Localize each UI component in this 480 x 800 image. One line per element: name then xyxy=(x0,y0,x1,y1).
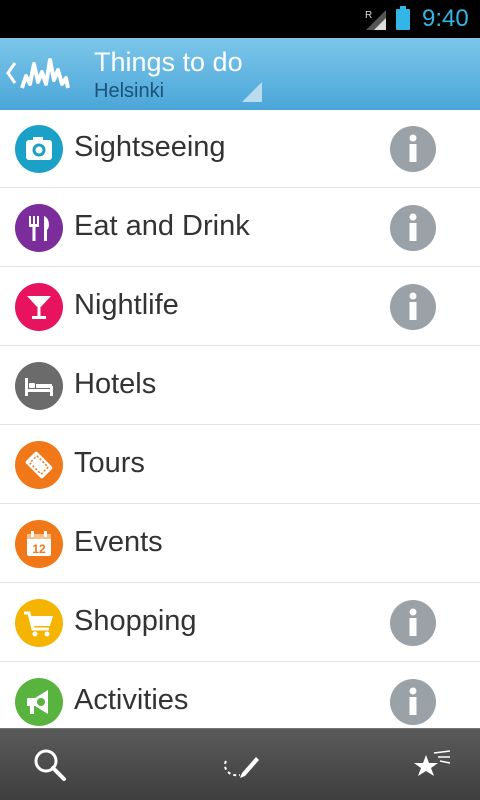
info-icon[interactable] xyxy=(390,679,436,725)
info-icon[interactable] xyxy=(390,126,436,172)
megaphone-icon xyxy=(15,678,63,726)
list-item-activities[interactable]: Activities xyxy=(0,663,480,728)
calendar-icon: 12 xyxy=(15,520,63,568)
signal-icon: R xyxy=(365,10,386,30)
list-item-label: Events xyxy=(74,526,163,558)
list-item-label: Eat and Drink xyxy=(74,210,250,242)
info-icon[interactable] xyxy=(390,205,436,251)
info-icon[interactable] xyxy=(390,600,436,646)
route-button[interactable] xyxy=(218,743,262,787)
list-item-label: Activities xyxy=(74,684,189,716)
list-item-nightlife[interactable]: Nightlife xyxy=(0,268,480,346)
list-item-label: Sightseeing xyxy=(74,131,226,163)
action-bar: Things to do Helsinki xyxy=(0,38,480,110)
list-item-sightseeing[interactable]: Sightseeing xyxy=(0,110,480,188)
bed-icon xyxy=(15,362,63,410)
list-item-tours[interactable]: Tours xyxy=(0,426,480,504)
camera-icon xyxy=(15,125,63,173)
calendar-day: 12 xyxy=(32,542,46,556)
status-bar: R 9:40 xyxy=(0,0,480,38)
category-list: Sightseeing Eat and Drink Nightlife Hote… xyxy=(0,110,480,728)
status-clock: 9:40 xyxy=(422,5,469,32)
cocktail-icon xyxy=(15,283,63,331)
favorites-button[interactable] xyxy=(410,743,454,787)
list-item-eat-and-drink[interactable]: Eat and Drink xyxy=(0,189,480,267)
list-item-label: Hotels xyxy=(74,368,157,400)
back-chevron-icon[interactable] xyxy=(4,60,18,86)
favorites-stars-icon xyxy=(414,750,451,776)
route-pencil-icon xyxy=(224,757,259,778)
fork-knife-icon xyxy=(15,204,63,252)
location-subtitle[interactable]: Helsinki xyxy=(94,80,164,102)
info-icon[interactable] xyxy=(390,284,436,330)
list-item-label: Nightlife xyxy=(74,289,179,321)
list-item-shopping[interactable]: Shopping xyxy=(0,584,480,662)
roaming-indicator: R xyxy=(365,10,372,21)
dropdown-corner-icon[interactable] xyxy=(242,82,262,102)
battery-icon xyxy=(396,6,410,30)
list-item-label: Shopping xyxy=(74,605,197,637)
search-button[interactable] xyxy=(28,743,72,787)
app-logo-icon[interactable] xyxy=(20,54,70,92)
list-item-label: Tours xyxy=(74,447,145,479)
list-item-events[interactable]: 12 Events xyxy=(0,505,480,583)
bottom-toolbar xyxy=(0,728,480,800)
list-item-hotels[interactable]: Hotels xyxy=(0,347,480,425)
search-icon xyxy=(34,749,66,781)
page-title[interactable]: Things to do xyxy=(94,46,243,78)
cart-icon xyxy=(15,599,63,647)
ticket-icon xyxy=(15,441,63,489)
